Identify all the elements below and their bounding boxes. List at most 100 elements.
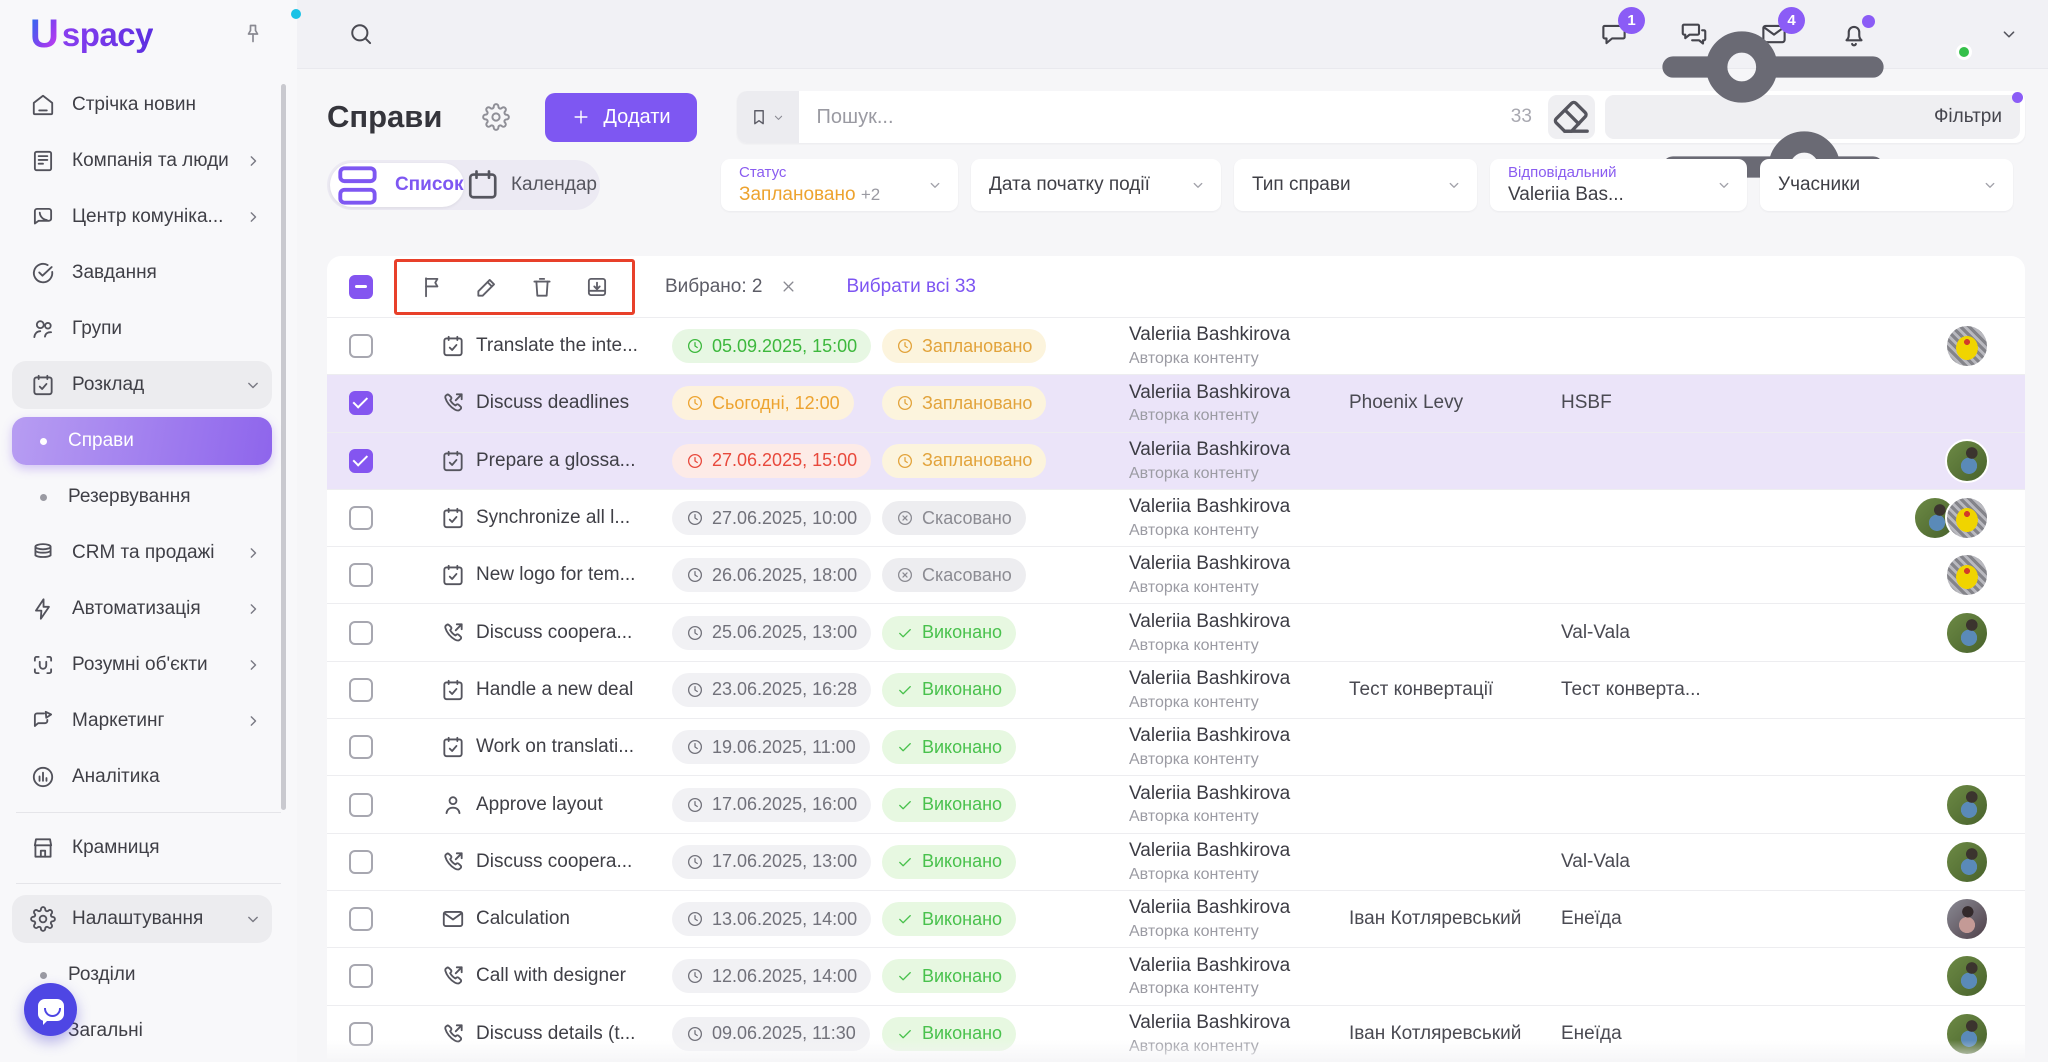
sidebar-item-11[interactable]: Маркетинг xyxy=(0,693,297,749)
table-row[interactable]: Calculation13.06.2025, 14:00ВиконаноVale… xyxy=(327,890,2025,947)
owner-name[interactable]: Valeriia Bashkirova xyxy=(1129,496,1339,519)
contact-cell[interactable]: Іван Котляревський xyxy=(1349,1023,1549,1045)
edit-icon[interactable] xyxy=(474,274,500,300)
sidebar-item-1[interactable]: Компанія та люди xyxy=(0,133,297,189)
participant-avatar-lemon[interactable] xyxy=(1945,496,1989,540)
company-cell[interactable]: Val-Vala xyxy=(1561,851,1751,873)
table-row[interactable]: Discuss coopera...25.06.2025, 13:00Викон… xyxy=(327,603,2025,660)
table-row[interactable]: Work on translati...19.06.2025, 11:00Вик… xyxy=(327,718,2025,775)
owner-name[interactable]: Valeriia Bashkirova xyxy=(1129,783,1339,806)
flag-icon[interactable] xyxy=(419,274,445,300)
participant-avatar-man[interactable] xyxy=(1945,840,1989,884)
global-search-icon[interactable] xyxy=(347,20,375,48)
filter-participants[interactable]: Учасники xyxy=(1760,159,2013,211)
support-chat-button[interactable] xyxy=(24,983,77,1036)
pin-sidebar-icon[interactable] xyxy=(241,22,265,46)
delete-icon[interactable] xyxy=(529,274,555,300)
activity-name[interactable]: Translate the inte... xyxy=(476,335,672,357)
participant-avatar-lemon[interactable] xyxy=(1945,324,1989,368)
activity-name[interactable]: Discuss coopera... xyxy=(476,851,672,873)
owner-name[interactable]: Valeriia Bashkirova xyxy=(1129,611,1339,634)
activity-name[interactable]: New logo for tem... xyxy=(476,564,672,586)
activity-name[interactable]: Discuss coopera... xyxy=(476,622,672,644)
table-row[interactable]: Discuss coopera...17.06.2025, 13:00Викон… xyxy=(327,833,2025,890)
table-row[interactable]: New logo for tem...26.06.2025, 18:00Скас… xyxy=(327,546,2025,603)
owner-name[interactable]: Valeriia Bashkirova xyxy=(1129,1012,1339,1035)
participant-avatar-man[interactable] xyxy=(1945,783,1989,827)
row-checkbox[interactable] xyxy=(349,621,373,645)
activity-name[interactable]: Discuss details (t... xyxy=(476,1023,672,1045)
select-all-checkbox[interactable] xyxy=(349,275,373,299)
saved-filters-dropdown[interactable] xyxy=(737,91,799,143)
sidebar-item-2[interactable]: Центр комуніка... xyxy=(0,189,297,245)
activity-name[interactable]: Prepare a glossa... xyxy=(476,450,672,472)
row-checkbox[interactable] xyxy=(349,850,373,874)
search-input[interactable] xyxy=(799,106,1511,129)
contact-cell[interactable]: Іван Котляревський xyxy=(1349,908,1549,930)
row-checkbox[interactable] xyxy=(349,506,373,530)
row-checkbox[interactable] xyxy=(349,678,373,702)
clear-search-button[interactable] xyxy=(1548,95,1595,139)
owner-name[interactable]: Valeriia Bashkirova xyxy=(1129,725,1339,748)
table-row[interactable]: Handle a new deal23.06.2025, 16:28Викона… xyxy=(327,661,2025,718)
table-row[interactable]: Prepare a glossa...27.06.2025, 15:00Запл… xyxy=(327,432,2025,489)
activity-name[interactable]: Discuss deadlines xyxy=(476,392,672,414)
contact-cell[interactable]: Тест конвертації xyxy=(1349,679,1549,701)
table-row[interactable]: Discuss details (t...09.06.2025, 11:30Ви… xyxy=(327,1005,2025,1062)
tab-calendar[interactable]: Календар xyxy=(464,163,598,207)
table-row[interactable]: Call with designer12.06.2025, 14:00Викон… xyxy=(327,947,2025,1004)
owner-name[interactable]: Valeriia Bashkirova xyxy=(1129,955,1339,978)
table-row[interactable]: Approve layout17.06.2025, 16:00ВиконаноV… xyxy=(327,775,2025,832)
sidebar-item-4[interactable]: Групи xyxy=(0,301,297,357)
activity-name[interactable]: Call with designer xyxy=(476,965,672,987)
sidebar-item-16[interactable]: Налаштування xyxy=(0,891,297,947)
sidebar-item-9[interactable]: Автоматизація xyxy=(0,581,297,637)
clear-selection-icon[interactable] xyxy=(779,277,798,296)
row-checkbox[interactable] xyxy=(349,1022,373,1046)
filter-status[interactable]: Статус Заплановано +2 xyxy=(721,159,958,211)
activity-name[interactable]: Approve layout xyxy=(476,794,672,816)
row-checkbox[interactable] xyxy=(349,735,373,759)
table-row[interactable]: Synchronize all l...27.06.2025, 10:00Ска… xyxy=(327,489,2025,546)
sidebar-item-0[interactable]: Стрічка новин xyxy=(0,77,297,133)
participant-avatar-man[interactable] xyxy=(1945,439,1989,483)
participant-avatar-man[interactable] xyxy=(1945,954,1989,998)
profile-menu-chevron-icon[interactable] xyxy=(1998,23,2020,45)
tab-list[interactable]: Список xyxy=(330,163,464,207)
row-checkbox[interactable] xyxy=(349,907,373,931)
participant-avatar-man[interactable] xyxy=(1945,1012,1989,1056)
sidebar-item-3[interactable]: Завдання xyxy=(0,245,297,301)
logo[interactable]: U spacy xyxy=(0,0,297,69)
row-checkbox[interactable] xyxy=(349,563,373,587)
row-checkbox[interactable] xyxy=(349,391,373,415)
activity-name[interactable]: Work on translati... xyxy=(476,736,672,758)
company-cell[interactable]: HSBF xyxy=(1561,392,1751,414)
row-checkbox[interactable] xyxy=(349,449,373,473)
sidebar-item-10[interactable]: Розумні об'єкти xyxy=(0,637,297,693)
company-cell[interactable]: Тест конверта... xyxy=(1561,679,1751,701)
table-row[interactable]: Translate the inte...05.09.2025, 15:00За… xyxy=(327,317,2025,374)
row-checkbox[interactable] xyxy=(349,334,373,358)
sidebar-item-7[interactable]: Резервування xyxy=(0,469,297,525)
company-cell[interactable]: Енеїда xyxy=(1561,1023,1751,1045)
owner-name[interactable]: Valeriia Bashkirova xyxy=(1129,553,1339,576)
sidebar-item-5[interactable]: Розклад xyxy=(0,357,297,413)
activity-name[interactable]: Calculation xyxy=(476,908,672,930)
filter-start-date[interactable]: Дата початку події xyxy=(971,159,1221,211)
sidebar-item-12[interactable]: Аналітика xyxy=(0,749,297,805)
activity-name[interactable]: Synchronize all l... xyxy=(476,507,672,529)
participant-avatar-man[interactable] xyxy=(1945,611,1989,655)
export-icon[interactable] xyxy=(584,274,610,300)
contact-cell[interactable]: Phoenix Levy xyxy=(1349,392,1549,414)
row-checkbox[interactable] xyxy=(349,964,373,988)
owner-name[interactable]: Valeriia Bashkirova xyxy=(1129,439,1339,462)
filters-button[interactable]: Фільтри xyxy=(1605,95,2020,139)
activity-name[interactable]: Handle a new deal xyxy=(476,679,672,701)
participant-avatar-lemon[interactable] xyxy=(1945,553,1989,597)
owner-name[interactable]: Valeriia Bashkirova xyxy=(1129,668,1339,691)
sidebar-item-6[interactable]: Справи xyxy=(0,413,297,469)
add-button[interactable]: Додати xyxy=(545,93,696,142)
owner-name[interactable]: Valeriia Bashkirova xyxy=(1129,840,1339,863)
sidebar-item-14[interactable]: Крамниця xyxy=(0,820,297,876)
owner-name[interactable]: Valeriia Bashkirova xyxy=(1129,382,1339,405)
